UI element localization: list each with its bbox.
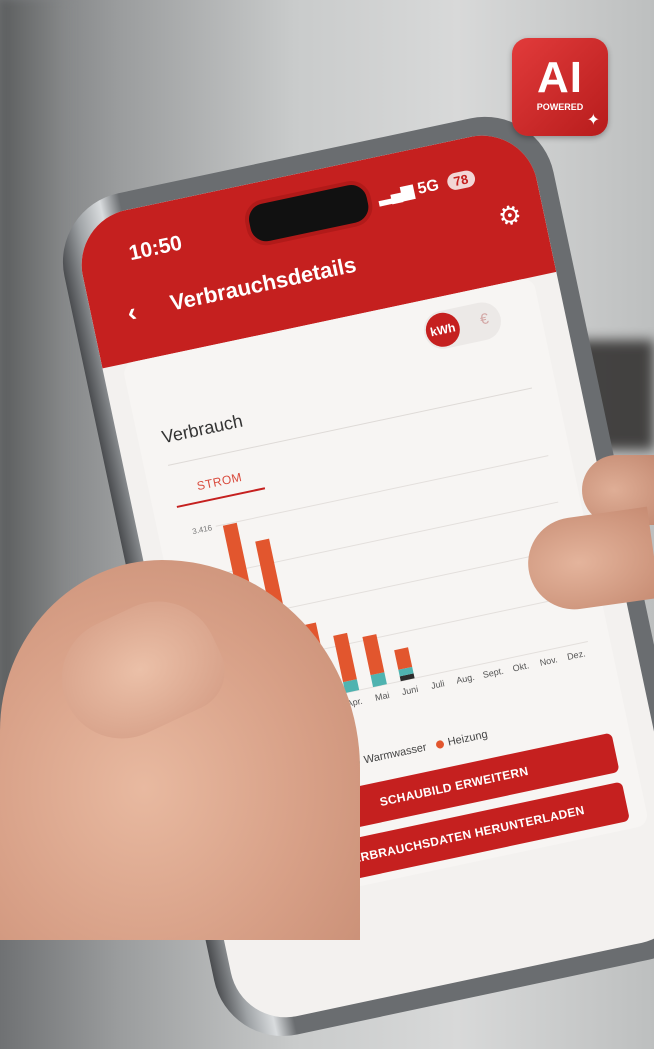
legend-label: Heizung [446, 728, 489, 749]
unit-toggle[interactable]: kWh € [420, 298, 505, 353]
legend-item: Heizung [425, 728, 489, 753]
ai-powered-badge: AI POWERED ✦ [512, 38, 608, 136]
tab-strom[interactable]: STROM [196, 470, 244, 493]
tab-indicator [176, 487, 266, 508]
x-tick-label: Nov. [539, 654, 559, 667]
sparkle-icon: ✦ [586, 112, 600, 129]
network-label: 5G [416, 176, 441, 198]
x-tick-label: Okt. [512, 660, 530, 673]
section-heading: Verbrauch [160, 410, 245, 448]
gridline [225, 501, 559, 574]
badge-main-text: AI [537, 53, 583, 102]
unit-kwh-option[interactable]: kWh [422, 309, 464, 350]
x-tick-label: Sept. [482, 666, 505, 680]
bar-segment[interactable] [362, 634, 385, 676]
gridline [215, 455, 549, 527]
x-tick-label: Mai [374, 690, 390, 703]
x-tick-label: Juni [401, 684, 419, 697]
x-tick-label: Dez. [566, 648, 586, 662]
bar-segment[interactable] [394, 647, 413, 670]
legend-swatch [435, 739, 445, 750]
legend-label: Warmwasser [362, 741, 428, 767]
x-tick-label: Aug. [455, 672, 475, 686]
y-tick-label: 3.416 [191, 523, 213, 536]
unit-euro-option[interactable]: € [479, 310, 491, 328]
x-tick-label: Juli [430, 678, 445, 691]
